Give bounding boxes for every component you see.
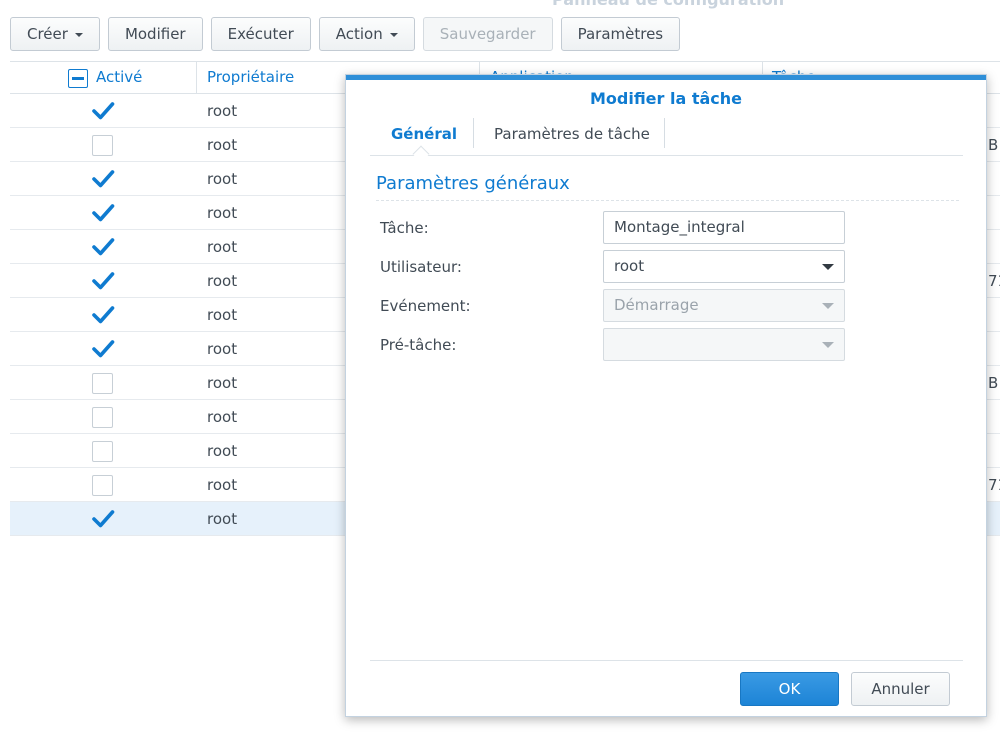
edit-button[interactable]: Modifier [107,17,203,51]
column-separator [196,62,197,93]
column-header-enabled[interactable]: Activé [96,62,142,93]
footer-divider [370,660,963,661]
checked-checkbox[interactable] [92,271,115,292]
ok-button[interactable]: OK [740,672,839,706]
unchecked-checkbox[interactable] [92,407,113,428]
owner-cell: root [207,510,238,528]
action-button[interactable]: Action [318,17,415,51]
run-button[interactable]: Exécuter [210,17,311,51]
section-title: Paramètres généraux [376,173,570,194]
checked-checkbox[interactable] [92,101,115,122]
owner-cell: root [207,238,238,256]
column-header-owner[interactable]: Propriétaire [207,62,294,93]
dialog-tabs: Général Paramètres de tâche [370,118,963,163]
owner-cell: root [207,170,238,188]
owner-cell: root [207,340,238,358]
task-cell-clipped: B [988,136,999,154]
checked-checkbox[interactable] [92,305,115,326]
unchecked-checkbox[interactable] [92,135,113,156]
action-button-label: Action [335,25,383,43]
checked-checkbox[interactable] [92,339,115,360]
caret-down-icon [74,32,83,37]
user-label: Utilisateur: [380,258,462,276]
owner-cell: root [207,408,238,426]
section-divider [376,200,959,201]
checked-checkbox[interactable] [92,237,115,258]
event-label: Evénement: [380,297,471,315]
tab-separator [664,118,665,148]
create-button[interactable]: Créer [10,17,100,51]
owner-cell: root [207,442,238,460]
caret-down-icon [389,32,398,37]
owner-cell: root [207,204,238,222]
save-button[interactable]: Sauvegarder [422,17,553,51]
owner-cell: root [207,476,238,494]
task-cell-clipped: 71 [988,272,1000,290]
event-select[interactable]: Démarrage [603,289,845,322]
unchecked-checkbox[interactable] [92,441,113,462]
pretask-select[interactable] [603,328,845,361]
owner-cell: root [207,306,238,324]
edit-task-dialog: Modifier la tâche Général Paramètres de … [345,74,987,717]
owner-cell: root [207,374,238,392]
dialog-title[interactable]: Modifier la tâche [346,80,986,118]
unchecked-checkbox[interactable] [92,373,113,394]
tab-separator [473,118,474,148]
task-name-input[interactable]: Montage_integral [603,211,845,244]
dropdown-arrow-icon [822,303,834,309]
task-cell-clipped: 71 [988,476,1000,494]
checked-checkbox[interactable] [92,169,115,190]
dropdown-arrow-icon [822,342,834,348]
owner-cell: root [207,272,238,290]
user-select-value: root [614,257,645,275]
toolbar: Créer Modifier Exécuter Action Sauvegard… [10,17,681,51]
checked-checkbox[interactable] [92,203,115,224]
checked-checkbox[interactable] [92,509,115,530]
tab-task-settings[interactable]: Paramètres de tâche [494,118,650,155]
dropdown-arrow-icon [822,264,834,270]
window-title: Panneau de configuration [552,0,784,9]
settings-button[interactable]: Paramètres [560,17,681,51]
pretask-label: Pré-tâche: [380,336,457,354]
cancel-button[interactable]: Annuler [851,672,950,706]
event-select-value: Démarrage [614,296,699,314]
select-all-checkbox[interactable] [68,69,88,88]
task-label: Tâche: [380,219,429,237]
user-select[interactable]: root [603,250,845,283]
create-button-label: Créer [27,25,68,43]
unchecked-checkbox[interactable] [92,475,113,496]
owner-cell: root [207,136,238,154]
task-cell-clipped: B [988,374,999,392]
owner-cell: root [207,102,238,120]
